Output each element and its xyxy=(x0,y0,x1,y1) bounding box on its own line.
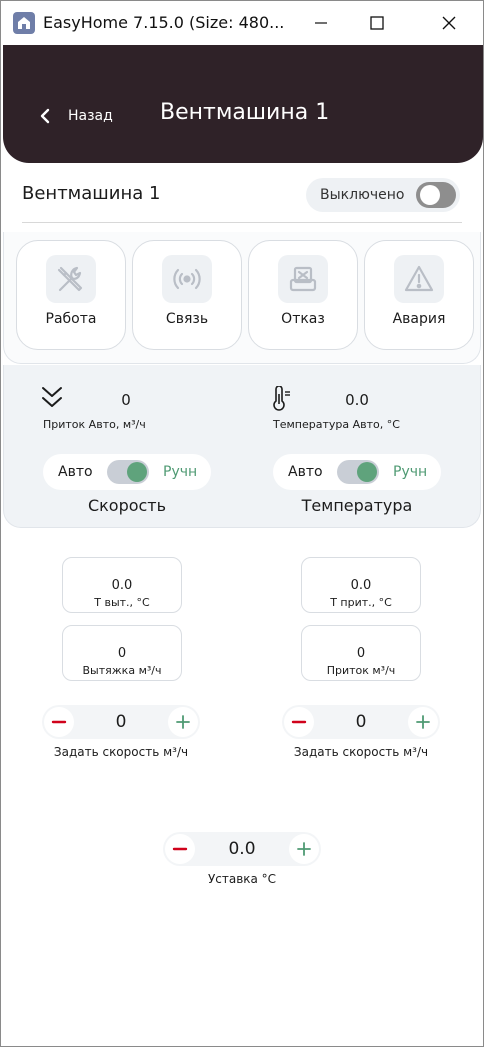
close-button[interactable] xyxy=(419,1,479,45)
page-title: Вентмашина 1 xyxy=(160,100,330,125)
easyhome-house-icon xyxy=(13,11,35,34)
speed-mode-switch[interactable] xyxy=(107,460,149,484)
speed-mode-switch-knob xyxy=(127,462,147,482)
readout-t-supply-label: Т прит., °С xyxy=(330,596,392,609)
chevron-left-icon xyxy=(40,108,50,124)
device-name: Вентмашина 1 xyxy=(22,183,161,204)
setpoint-value[interactable]: 0.0 xyxy=(193,839,291,859)
back-button[interactable]: Назад xyxy=(38,103,113,129)
readout-exhaust-flow-value: 0 xyxy=(117,646,127,661)
plus-icon xyxy=(176,715,190,729)
temperature-mode-auto-label: Авто xyxy=(288,464,323,480)
power-switch[interactable] xyxy=(416,182,456,208)
close-icon xyxy=(442,16,456,30)
minimize-button[interactable] xyxy=(291,1,351,45)
power-status-label: Выключено xyxy=(320,187,405,203)
thermometer-icon xyxy=(273,386,290,411)
status-card-connection[interactable]: Связь xyxy=(132,240,242,350)
readout-t-supply: 0.0 Т прит., °С xyxy=(301,557,421,613)
readout-t-exhaust: 0.0 Т выт., °С xyxy=(62,557,182,613)
window-titlebar: EasyHome 7.15.0 (Size: 480... xyxy=(0,0,484,44)
back-label: Назад xyxy=(68,108,113,124)
minus-icon xyxy=(51,720,67,724)
supply-speed-caption: Задать скорость м³/ч xyxy=(293,745,429,759)
temperature-mode-title: Температура xyxy=(301,496,413,515)
printer-error-icon xyxy=(278,255,328,303)
supply-auto-label: Приток Авто, м³/ч xyxy=(43,418,146,431)
signal-broadcast-icon xyxy=(162,255,212,303)
temperature-mode-manual-label: Ручн xyxy=(393,464,428,480)
readout-exhaust-flow-label: Вытяжка м³/ч xyxy=(82,664,162,677)
divider xyxy=(22,222,462,223)
setpoint-caption: Уставка °С xyxy=(207,872,277,886)
readout-t-exhaust-label: Т выт., °С xyxy=(94,596,150,609)
readout-supply-flow: 0 Приток м³/ч xyxy=(301,625,421,681)
speed-mode-title: Скорость xyxy=(87,496,167,515)
status-card-failure[interactable]: Отказ xyxy=(248,240,358,350)
temperature-auto-label: Температура Авто, °С xyxy=(273,418,400,431)
plus-icon xyxy=(416,715,430,729)
setpoint-decrement-button[interactable] xyxy=(165,834,195,864)
readout-t-supply-value: 0.0 xyxy=(350,578,372,593)
tools-icon xyxy=(46,255,96,303)
exhaust-speed-caption: Задать скорость м³/ч xyxy=(53,745,189,759)
supply-auto-value: 0 xyxy=(121,391,131,409)
supply-speed-decrement-button[interactable] xyxy=(284,707,314,737)
speed-mode-manual-label: Ручн xyxy=(163,464,198,480)
temperature-auto-value: 0.0 xyxy=(345,391,369,409)
minus-icon xyxy=(291,720,307,724)
status-card-work[interactable]: Работа xyxy=(16,240,126,350)
window-title: EasyHome 7.15.0 (Size: 480... xyxy=(43,13,283,32)
exhaust-speed-increment-button[interactable] xyxy=(168,707,198,737)
status-card-alarm[interactable]: Авария xyxy=(364,240,474,350)
status-label-connection: Связь xyxy=(165,311,209,327)
status-label-failure: Отказ xyxy=(281,311,325,327)
speed-mode-toggle[interactable]: Авто Ручн xyxy=(43,454,211,490)
readout-t-exhaust-value: 0.0 xyxy=(111,578,133,593)
double-chevron-down-icon xyxy=(42,387,62,407)
exhaust-speed-stepper: 0 xyxy=(42,705,200,739)
status-label-alarm: Авария xyxy=(392,311,446,327)
power-toggle[interactable]: Выключено xyxy=(306,178,460,212)
readout-supply-flow-value: 0 xyxy=(356,646,366,661)
supply-speed-increment-button[interactable] xyxy=(408,707,438,737)
plus-icon xyxy=(297,842,311,856)
supply-speed-stepper: 0 xyxy=(282,705,440,739)
temperature-mode-toggle[interactable]: Авто Ручн xyxy=(273,454,441,490)
warning-triangle-icon xyxy=(394,255,444,303)
status-label-work: Работа xyxy=(45,311,97,327)
minus-icon xyxy=(172,847,188,851)
minimize-icon xyxy=(315,22,327,24)
supply-speed-value[interactable]: 0 xyxy=(312,712,410,732)
readout-exhaust-flow: 0 Вытяжка м³/ч xyxy=(62,625,182,681)
exhaust-speed-decrement-button[interactable] xyxy=(44,707,74,737)
readout-supply-flow-label: Приток м³/ч xyxy=(326,664,396,677)
exhaust-speed-value[interactable]: 0 xyxy=(72,712,170,732)
maximize-icon xyxy=(370,16,384,30)
maximize-button[interactable] xyxy=(347,1,407,45)
temperature-mode-switch[interactable] xyxy=(337,460,379,484)
setpoint-increment-button[interactable] xyxy=(289,834,319,864)
temperature-mode-switch-knob xyxy=(357,462,377,482)
speed-mode-auto-label: Авто xyxy=(58,464,93,480)
setpoint-stepper: 0.0 xyxy=(163,832,321,866)
power-switch-knob xyxy=(420,185,440,205)
